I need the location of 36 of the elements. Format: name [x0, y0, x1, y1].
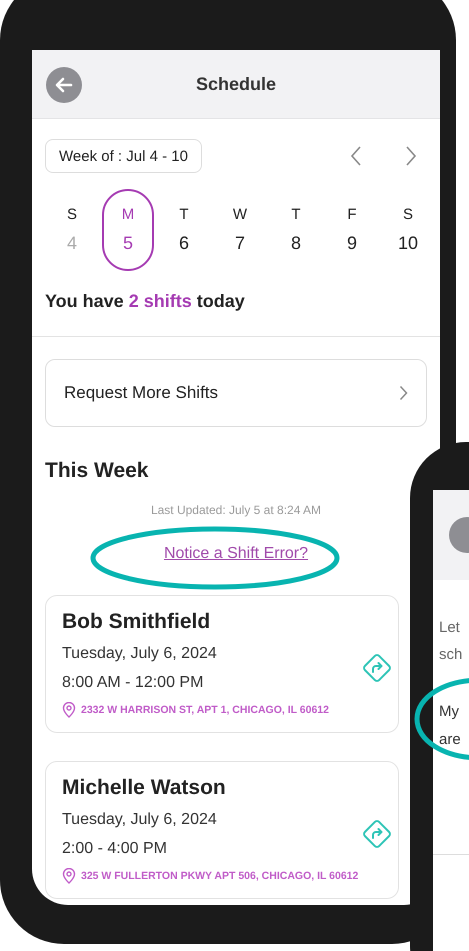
- week-selector[interactable]: Week of : Jul 4 - 10: [45, 139, 202, 173]
- request-more-shifts-button[interactable]: Request More Shifts: [45, 359, 427, 427]
- shift-time: 8:00 AM - 12:00 PM: [62, 674, 204, 692]
- shifts-summary: You have 2 shifts today: [45, 291, 246, 312]
- shift-address[interactable]: 325 W FULLERTON PKWY APT 506, CHICAGO, IL 60612: [81, 870, 358, 882]
- previous-week-icon[interactable]: [350, 145, 362, 167]
- directions-icon[interactable]: [360, 651, 394, 685]
- shift-time: 2:00 - 4:00 PM: [62, 840, 168, 858]
- back-button[interactable]: [46, 67, 82, 103]
- shift-date: Tuesday, July 6, 2024: [62, 811, 218, 829]
- intro-text: Let: [439, 618, 461, 638]
- day-selector[interactable]: T 8: [270, 189, 322, 271]
- intro-text: sch: [439, 645, 464, 665]
- location-pin-icon: [62, 702, 76, 718]
- next-week-icon[interactable]: [405, 145, 417, 167]
- screen-title: Schedule: [196, 74, 276, 94]
- client-name: Bob Smithfield: [62, 610, 212, 634]
- day-selector[interactable]: S 4: [46, 189, 98, 271]
- answer-text: are: [439, 730, 462, 750]
- day-selector[interactable]: S 10: [382, 189, 434, 271]
- back-arrow-icon: [54, 75, 74, 95]
- shift-card[interactable]: Bob Smithfield Tuesday, July 6, 2024 8:00 AM - 12:00 PM 2332 W HARRISON ST, APT 1, CHICAGO, IL 60612: [45, 595, 399, 733]
- client-name: Michelle Watson: [62, 776, 227, 800]
- chevron-right-icon: [399, 385, 408, 401]
- shift-address[interactable]: 2332 W HARRISON ST, APT 1, CHICAGO, IL 60612: [81, 704, 329, 716]
- day-selector[interactable]: W 7: [214, 189, 266, 271]
- answer-text: My: [439, 702, 460, 722]
- day-selector[interactable]: F 9: [326, 189, 378, 271]
- location-pin-icon: [62, 868, 76, 884]
- shift-card[interactable]: Michelle Watson Tuesday, July 6, 2024 2:00 - 4:00 PM 325 W FULLERTON PKWY APT 506, CHICAGO, IL 60612: [45, 761, 399, 899]
- section-title: This Week: [45, 459, 150, 483]
- day-selector[interactable]: M 5: [102, 189, 154, 271]
- directions-icon[interactable]: [360, 817, 394, 851]
- shift-date: Tuesday, July 6, 2024: [62, 645, 218, 663]
- last-updated-text: Last Updated: July 5 at 8:24 AM: [150, 503, 322, 517]
- day-selector[interactable]: T 6: [158, 189, 210, 271]
